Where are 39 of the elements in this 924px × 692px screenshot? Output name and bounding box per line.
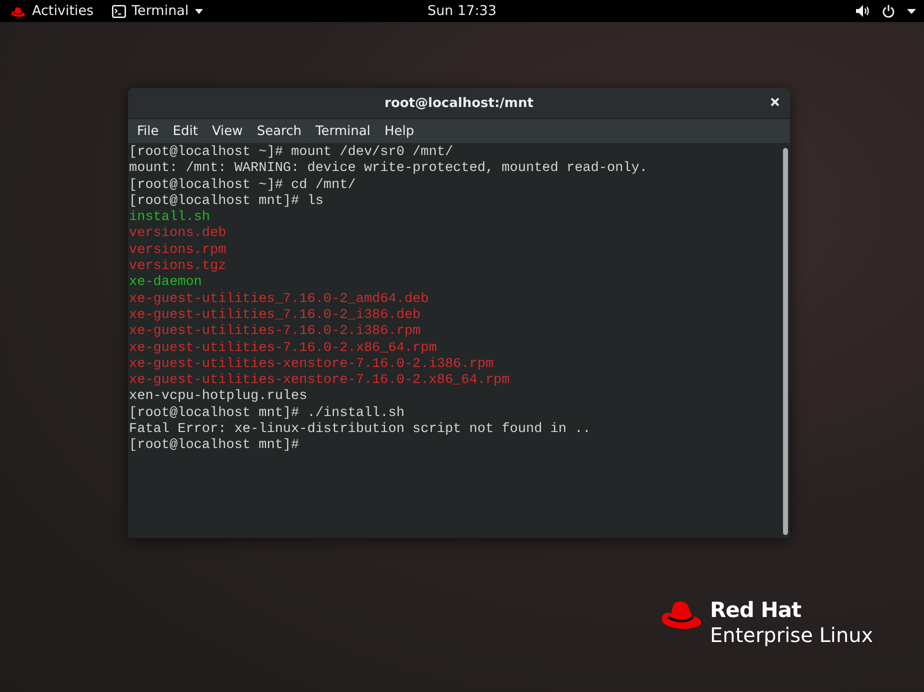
caret-icon[interactable] [907, 8, 916, 14]
window-title: root@localhost:/mnt [384, 96, 534, 110]
terminal-line: [root@localhost ~]# cd /mnt/ [129, 178, 356, 194]
terminal-icon [112, 4, 126, 18]
volume-icon[interactable] [856, 5, 870, 17]
close-icon[interactable] [770, 97, 780, 107]
terminal-line: [root@localhost mnt]# [129, 438, 300, 455]
logo-product: Enterprise Linux [710, 622, 874, 648]
terminal-line: mount: /mnt: WARNING: device write-protected, mounted read-only. [129, 161, 648, 178]
caret-icon [194, 8, 203, 14]
terminal-line: Fatal Error: xe-linux-distribution script not found in .. [129, 422, 591, 438]
menu-item[interactable]: Edit [166, 124, 205, 138]
scrollbar[interactable] [783, 148, 788, 535]
power-icon[interactable] [882, 4, 895, 18]
terminal-line: xe-guest-utilities_7.16.0-2_i386.deb [129, 308, 421, 324]
terminal-line: versions.tgz [129, 259, 226, 275]
clock[interactable]: Sun 17:33 [428, 3, 496, 19]
menu-item[interactable]: View [204, 124, 250, 138]
terminal-line: xe-guest-utilities-xenstore-7.16.0-2.x86_64.rpm [129, 373, 510, 389]
menu-item[interactable]: Terminal [308, 124, 378, 138]
terminal-line: versions.deb [129, 226, 226, 243]
logo-brand: Red Hat [710, 598, 802, 622]
terminal-line: xen-vcpu-hotplug.rules [129, 389, 308, 406]
terminal-line: [root@localhost mnt]# ls [129, 194, 324, 210]
terminal-line: xe-daemon [129, 275, 202, 292]
terminal-line: [root@localhost mnt]# ./install.sh [129, 406, 404, 422]
terminal-line: [root@localhost ~]# mount /dev/sr0 /mnt/ [129, 145, 454, 161]
terminal-line: versions.rpm [129, 242, 226, 259]
menu-item[interactable]: File [130, 124, 166, 138]
activities-button[interactable]: Activities [32, 3, 94, 19]
terminal-line: xe-guest-utilities_7.16.0-2_amd64.deb [129, 292, 429, 308]
hat-logo-icon [10, 6, 26, 16]
terminal-line: xe-guest-utilities-7.16.0-2.i386.rpm [129, 324, 421, 341]
terminal-line: install.sh [129, 210, 210, 226]
app-menu[interactable]: Terminal [112, 3, 203, 19]
menu-item[interactable]: Search [250, 124, 308, 138]
terminal-line: xe-guest-utilities-xenstore-7.16.0-2.i386.rpm [129, 356, 494, 373]
menu-item[interactable]: Help [377, 124, 422, 138]
terminal-line: xe-guest-utilities-7.16.0-2.x86_64.rpm [129, 340, 437, 357]
